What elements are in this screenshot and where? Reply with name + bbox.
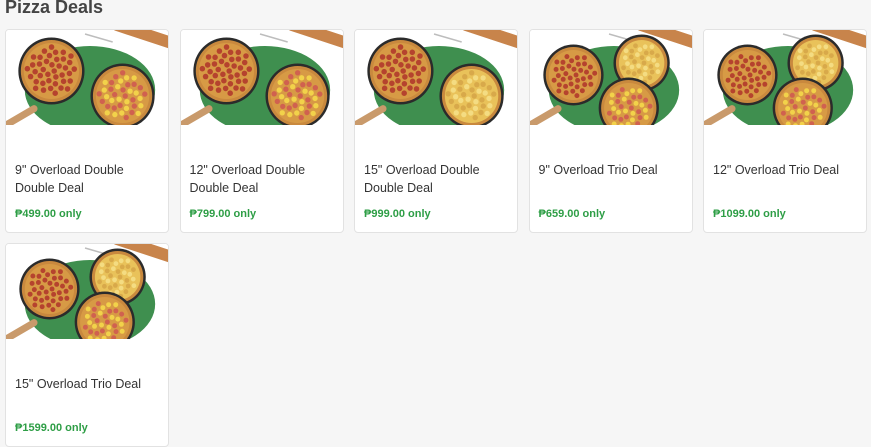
pizza-illustration: [192, 37, 260, 105]
deal-image[interactable]: [6, 30, 168, 125]
deal-price: ₱1099.00 only: [713, 208, 786, 220]
deal-card[interactable]: 12" Overload Double Double Deal ₱799.00 …: [179, 29, 344, 233]
deal-name: 9" Overload Trio Deal: [538, 163, 658, 177]
deal-image[interactable]: [529, 30, 692, 125]
deal-price: ₱1599.00 only: [15, 422, 88, 434]
deal-name: 15" Overload Double Double Deal: [364, 163, 480, 195]
deal-image[interactable]: [704, 30, 866, 125]
deal-price: ₱999.00 only: [364, 208, 431, 220]
deal-card[interactable]: 15" Overload Double Double Deal ₱999.00 …: [354, 29, 518, 233]
deal-name: 9" Overload Double Double Deal: [15, 163, 124, 195]
deals-grid: 9" Overload Double Double Deal ₱499.00 o…: [5, 29, 871, 447]
pizza-illustration: [18, 37, 85, 105]
deal-name: 12" Overload Double Double Deal: [189, 163, 306, 195]
deal-name: 15" Overload Trio Deal: [15, 377, 142, 391]
deal-card[interactable]: 12" Overload Trio Deal ₱1099.00 only: [703, 29, 867, 233]
section-title: Pizza Deals: [5, 0, 104, 17]
deal-card[interactable]: 15" Overload Trio Deal ₱1599.00 only: [5, 243, 169, 447]
deal-image[interactable]: [6, 244, 168, 339]
deal-price: ₱799.00 only: [189, 208, 257, 220]
pizza-illustration: [542, 44, 604, 106]
pizza-illustration: [717, 44, 778, 106]
deal-image[interactable]: [355, 30, 517, 125]
deal-image[interactable]: [180, 30, 343, 125]
deal-card[interactable]: 9" Overload Trio Deal ₱659.00 only: [528, 29, 693, 233]
deal-price: ₱499.00 only: [15, 208, 82, 220]
deal-name: 12" Overload Trio Deal: [713, 163, 840, 177]
deal-price: ₱659.00 only: [538, 208, 606, 220]
pizza-illustration: [19, 258, 80, 320]
pizza-illustration: [367, 37, 434, 105]
deal-card[interactable]: 9" Overload Double Double Deal ₱499.00 o…: [5, 29, 169, 233]
